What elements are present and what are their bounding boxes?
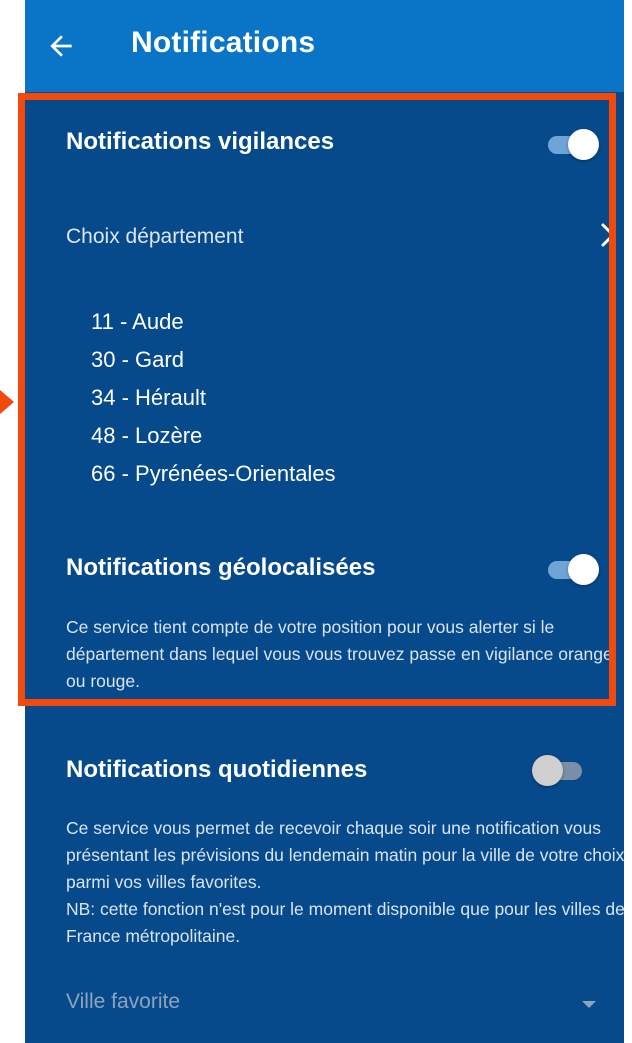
daily-notifications-title: Notifications quotidiennes [66,756,368,783]
highlight-box [18,93,616,706]
favorite-city-placeholder: Ville favorite [66,990,181,1013]
toggle-thumb [532,755,563,786]
page-title: Notifications [131,26,316,59]
favorite-city-select[interactable]: Ville favorite [66,990,606,1024]
pointer-arrow-icon [0,390,14,414]
arrow-left-icon[interactable] [45,30,77,62]
daily-notifications-toggle[interactable] [532,752,588,788]
daily-description: Ce service vous permet de recevoir chaqu… [66,815,624,950]
app-bar: Notifications [25,0,624,92]
dropdown-arrow-icon [582,1001,596,1008]
daily-note-text: NB: cette fonction n'est pour le moment … [66,899,624,946]
daily-description-text: Ce service vous permet de recevoir chaqu… [66,818,624,892]
